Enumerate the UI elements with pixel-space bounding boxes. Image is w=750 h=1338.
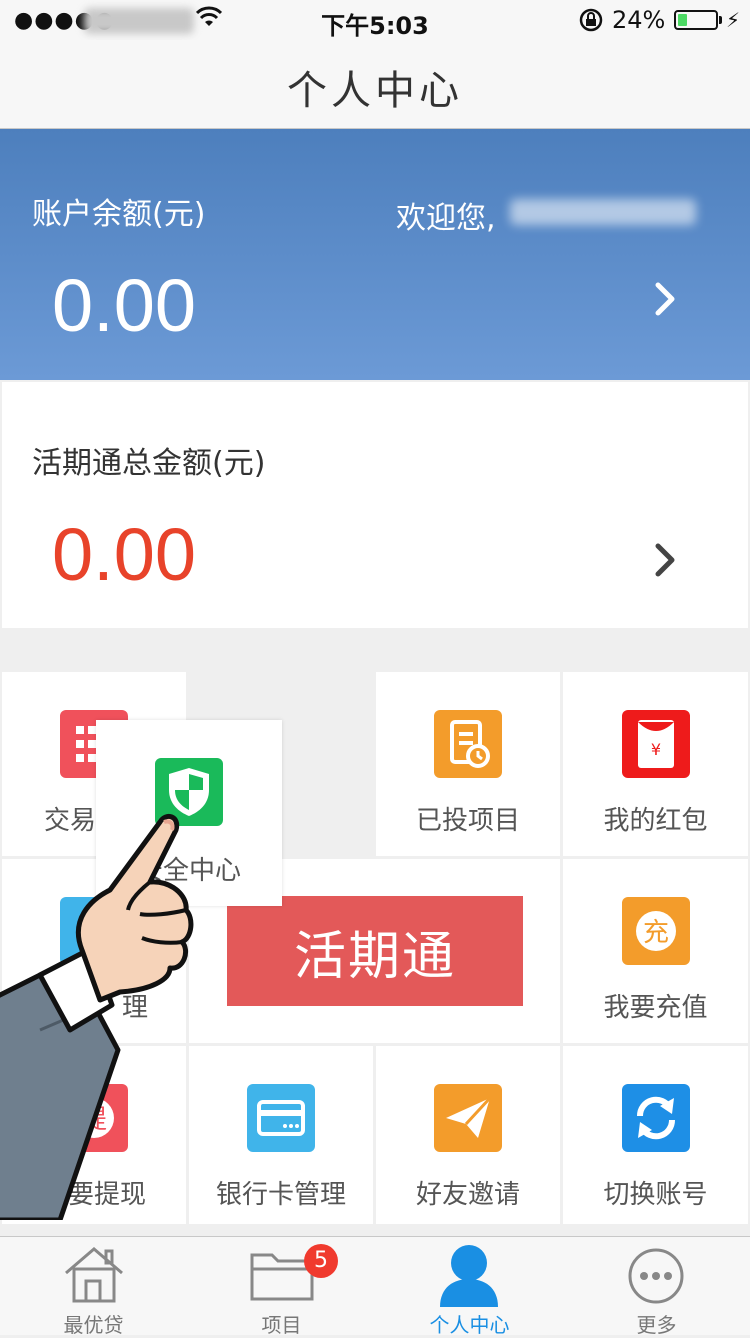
switch-account-icon <box>621 1084 690 1152</box>
chevron-right-icon[interactable] <box>650 279 680 319</box>
grid-item-bank-card[interactable]: 银行卡管理 <box>189 1046 373 1224</box>
grid-item-label: 切换账号 <box>603 1180 708 1210</box>
battery-tip <box>719 16 722 24</box>
more-icon <box>628 1248 684 1304</box>
current-total-amount: 0.00 <box>52 513 197 596</box>
grid-item-label: 我的红包 <box>603 806 708 836</box>
username-blurred <box>510 199 696 225</box>
balance-label: 账户余额(元) <box>32 197 206 232</box>
rotation-lock-icon <box>579 8 603 32</box>
tab-personal-center[interactable]: 个人中心 <box>376 1237 563 1337</box>
recharge-icon: 充 <box>621 897 690 965</box>
grid-item-label: 银行卡管理 <box>215 1180 346 1210</box>
red-envelope-icon: ¥ <box>621 710 690 778</box>
grid-item-invite-friends[interactable]: 好友邀请 <box>376 1046 560 1224</box>
grid-item-switch-account[interactable]: 切换账号 <box>563 1046 748 1224</box>
grid-item-label: 好友邀请 <box>415 1180 520 1210</box>
svg-text:¥: ¥ <box>650 740 660 759</box>
document-clock-icon <box>434 710 502 778</box>
person-icon <box>440 1245 498 1307</box>
balance-amount: 0.00 <box>52 264 197 347</box>
tab-projects[interactable]: 项目 <box>188 1237 375 1337</box>
tab-more[interactable]: 更多 <box>563 1237 750 1337</box>
battery-icon <box>674 10 718 30</box>
charging-icon: ⚡ <box>726 8 741 32</box>
projects-badge: 5 <box>304 1244 338 1278</box>
bank-card-icon <box>247 1084 315 1152</box>
status-bar: ●●●●● 下午5:03 24% ⚡ <box>0 0 750 40</box>
battery-percent: 24% <box>612 6 666 34</box>
grid-item-recharge[interactable]: 充 我要充值 <box>563 859 748 1043</box>
tab-best-loan[interactable]: 最优贷 <box>0 1237 187 1337</box>
page-title: 个人中心 <box>287 68 463 114</box>
chevron-right-icon[interactable] <box>650 540 680 580</box>
grid-item-invested-projects[interactable]: 已投项目 <box>376 672 560 856</box>
account-balance-card[interactable]: 账户余额(元) 欢迎您, 0.00 <box>0 129 750 380</box>
pointing-hand-illustration <box>0 813 194 1220</box>
banner-text: 活期通 <box>293 927 456 987</box>
tab-bar: 最优贷 项目 个人中心 更多 <box>0 1236 750 1337</box>
home-icon <box>65 1247 123 1303</box>
navigation-bar: 个人中心 <box>0 40 750 129</box>
grid-item-label: 已投项目 <box>415 806 520 836</box>
current-deposit-banner[interactable]: 活期通 <box>227 896 523 1006</box>
current-deposit-card[interactable]: 活期通总金额(元) 0.00 <box>2 382 748 628</box>
grid-item-label: 我要充值 <box>603 993 708 1023</box>
welcome-text: 欢迎您, <box>396 201 496 236</box>
current-total-label: 活期通总金额(元) <box>32 446 266 481</box>
grid-item-red-packets[interactable]: ¥ 我的红包 <box>563 672 748 856</box>
paper-plane-icon <box>434 1084 502 1152</box>
svg-text:充: 充 <box>642 918 668 948</box>
